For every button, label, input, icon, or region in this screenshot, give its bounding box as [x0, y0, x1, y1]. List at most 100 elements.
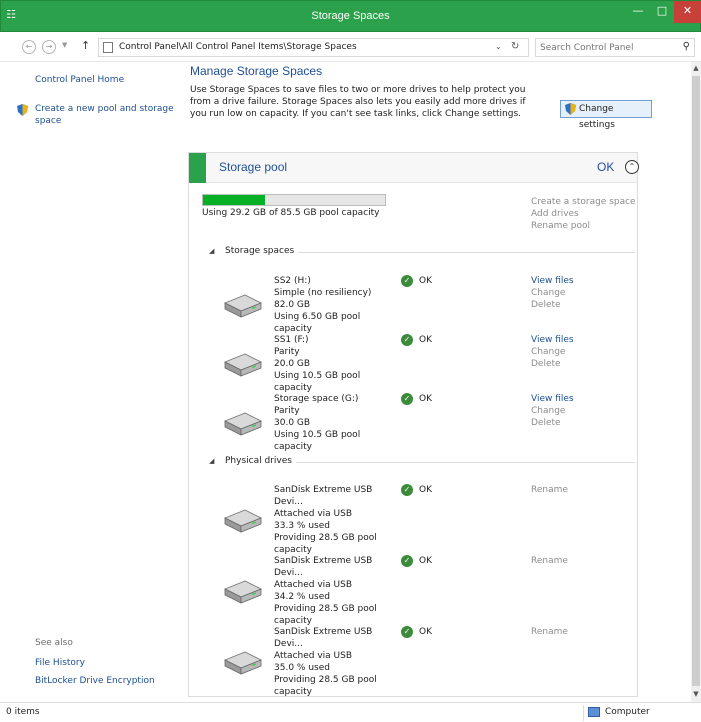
space-info: SS2 (H:) Simple (no resiliency) 82.0 GB … [274, 275, 399, 335]
title-bar: ☷ Storage Spaces — □ ✕ [0, 0, 701, 32]
address-path[interactable]: Control Panel\All Control Panel Items\St… [119, 42, 357, 52]
collapse-triangle-icon[interactable]: ◢ [209, 247, 214, 255]
space-size: 30.0 GB [274, 418, 311, 428]
rename-drive-link[interactable]: Rename [531, 484, 568, 496]
collapse-triangle-icon[interactable]: ◢ [209, 457, 214, 465]
storage-spaces-section[interactable]: ◢ Storage spaces [205, 246, 635, 258]
ok-check-icon: ✓ [401, 275, 413, 287]
address-dropdown[interactable]: ⌄ [495, 42, 502, 51]
space-usage: Using 6.50 GB pool capacity [274, 312, 361, 334]
control-panel-home-link[interactable]: Control Panel Home [35, 74, 124, 86]
space-info: Storage space (G:) Parity 30.0 GB Using … [274, 393, 399, 453]
drive-connection: Attached via USB [274, 509, 353, 519]
vertical-scrollbar[interactable]: ▲ ▼ [691, 62, 701, 702]
space-name: SS2 (H:) [274, 276, 311, 286]
space-actions: View files Change Delete [531, 334, 574, 370]
change-settings-label: Change settings [579, 104, 615, 130]
page-title: Manage Storage Spaces [190, 64, 323, 78]
physical-drives-section[interactable]: ◢ Physical drives [205, 456, 635, 468]
pool-capacity-text: Using 29.2 GB of 85.5 GB pool capacity [202, 208, 380, 218]
pool-header[interactable]: Storage pool OK ⌃ [189, 153, 639, 183]
change-link[interactable]: Change [531, 405, 574, 417]
delete-link[interactable]: Delete [531, 299, 574, 311]
add-drives-link[interactable]: Add drives [531, 208, 636, 220]
change-settings-button[interactable]: Change settings [560, 100, 652, 130]
main-pane: Manage Storage Spaces Use Storage Spaces… [182, 62, 691, 702]
view-files-link[interactable]: View files [531, 393, 574, 405]
scroll-down-arrow-icon[interactable]: ▼ [691, 690, 701, 698]
delete-link[interactable]: Delete [531, 358, 574, 370]
rename-pool-link[interactable]: Rename pool [531, 220, 636, 232]
zone-label: Computer [605, 707, 650, 717]
space-actions: View files Change Delete [531, 393, 574, 429]
usb-drive-icon [224, 651, 262, 675]
item-count: 0 items [6, 707, 40, 717]
scroll-up-arrow-icon[interactable]: ▲ [691, 64, 701, 72]
refresh-icon[interactable]: ↻ [511, 41, 519, 52]
space-resiliency: Simple (no resiliency) [274, 288, 372, 298]
create-pool-link[interactable]: Create a new pool and storage space [35, 103, 175, 127]
change-link[interactable]: Change [531, 346, 574, 358]
pool-capacity-fill [203, 195, 265, 205]
view-files-link[interactable]: View files [531, 334, 574, 346]
status-divider [583, 705, 584, 721]
storage-spaces-heading: Storage spaces [225, 246, 299, 256]
change-link[interactable]: Change [531, 287, 574, 299]
drive-status-text: OK [419, 627, 432, 637]
status-bar: 0 items Computer [0, 702, 701, 722]
physical-drive-item[interactable]: SanDisk Extreme USB Devi... Attached via… [189, 626, 637, 697]
pool-status: OK [597, 160, 615, 174]
close-button[interactable]: ✕ [674, 1, 701, 23]
maximize-button[interactable]: □ [651, 1, 673, 23]
up-arrow-button[interactable]: ↑ [81, 39, 90, 52]
drive-connection: Attached via USB [274, 651, 353, 661]
shield-icon [17, 104, 28, 116]
usb-drive-icon [224, 580, 262, 604]
page-description: Use Storage Spaces to save files to two … [190, 85, 526, 119]
space-usage: Using 10.5 GB pool capacity [274, 371, 361, 393]
drive-info: SanDisk Extreme USB Devi... Attached via… [274, 484, 399, 556]
drive-status: ✓ OK [401, 626, 432, 638]
drive-status: ✓ OK [401, 555, 432, 567]
drive-name: SanDisk Extreme USB Devi... [274, 627, 373, 649]
back-button[interactable]: ← [22, 40, 36, 54]
drive-icon [224, 412, 262, 436]
bitlocker-link[interactable]: BitLocker Drive Encryption [35, 675, 155, 687]
rename-drive-link[interactable]: Rename [531, 626, 568, 638]
recent-locations-dropdown[interactable]: ▼ [62, 41, 67, 49]
drive-status-text: OK [419, 485, 432, 495]
physical-drives-heading: Physical drives [225, 456, 296, 466]
drive-info: SanDisk Extreme USB Devi... Attached via… [274, 626, 399, 698]
drive-used: 33.3 % used [274, 521, 330, 531]
delete-link[interactable]: Delete [531, 417, 574, 429]
storage-space-item[interactable]: SS2 (H:) Simple (no resiliency) 82.0 GB … [189, 275, 637, 335]
minimize-button[interactable]: — [625, 1, 651, 23]
search-input[interactable] [540, 41, 675, 55]
collapse-chevron-icon[interactable]: ⌃ [625, 160, 639, 174]
scrollbar-thumb[interactable] [692, 76, 700, 686]
physical-drive-item[interactable]: SanDisk Extreme USB Devi... Attached via… [189, 484, 637, 555]
drive-providing-cont: capacity [274, 687, 312, 697]
physical-drive-item[interactable]: SanDisk Extreme USB Devi... Attached via… [189, 555, 637, 626]
address-bar[interactable]: Control Panel\All Control Panel Items\St… [98, 38, 529, 57]
space-usage: Using 10.5 GB pool capacity [274, 430, 361, 452]
forward-button[interactable]: → [42, 40, 56, 54]
create-storage-space-link[interactable]: Create a storage space [531, 196, 636, 208]
space-status-text: OK [419, 335, 432, 345]
drive-status: ✓ OK [401, 484, 432, 496]
search-icon[interactable]: ⚲ [683, 41, 690, 52]
file-history-link[interactable]: File History [35, 657, 85, 669]
rename-drive-link[interactable]: Rename [531, 555, 568, 567]
see-also-heading: See also [35, 638, 73, 648]
drive-providing: Providing 28.5 GB pool [274, 533, 377, 543]
space-info: SS1 (F:) Parity 20.0 GB Using 10.5 GB po… [274, 334, 399, 394]
drive-actions: Rename [531, 626, 568, 638]
ok-check-icon: ✓ [401, 334, 413, 346]
space-resiliency: Parity [274, 347, 300, 357]
drive-icon [224, 294, 262, 318]
storage-space-item[interactable]: SS1 (F:) Parity 20.0 GB Using 10.5 GB po… [189, 334, 637, 394]
storage-space-item[interactable]: Storage space (G:) Parity 30.0 GB Using … [189, 393, 637, 453]
view-files-link[interactable]: View files [531, 275, 574, 287]
space-status: ✓ OK [401, 334, 432, 346]
search-box[interactable]: ⚲ [535, 38, 695, 57]
